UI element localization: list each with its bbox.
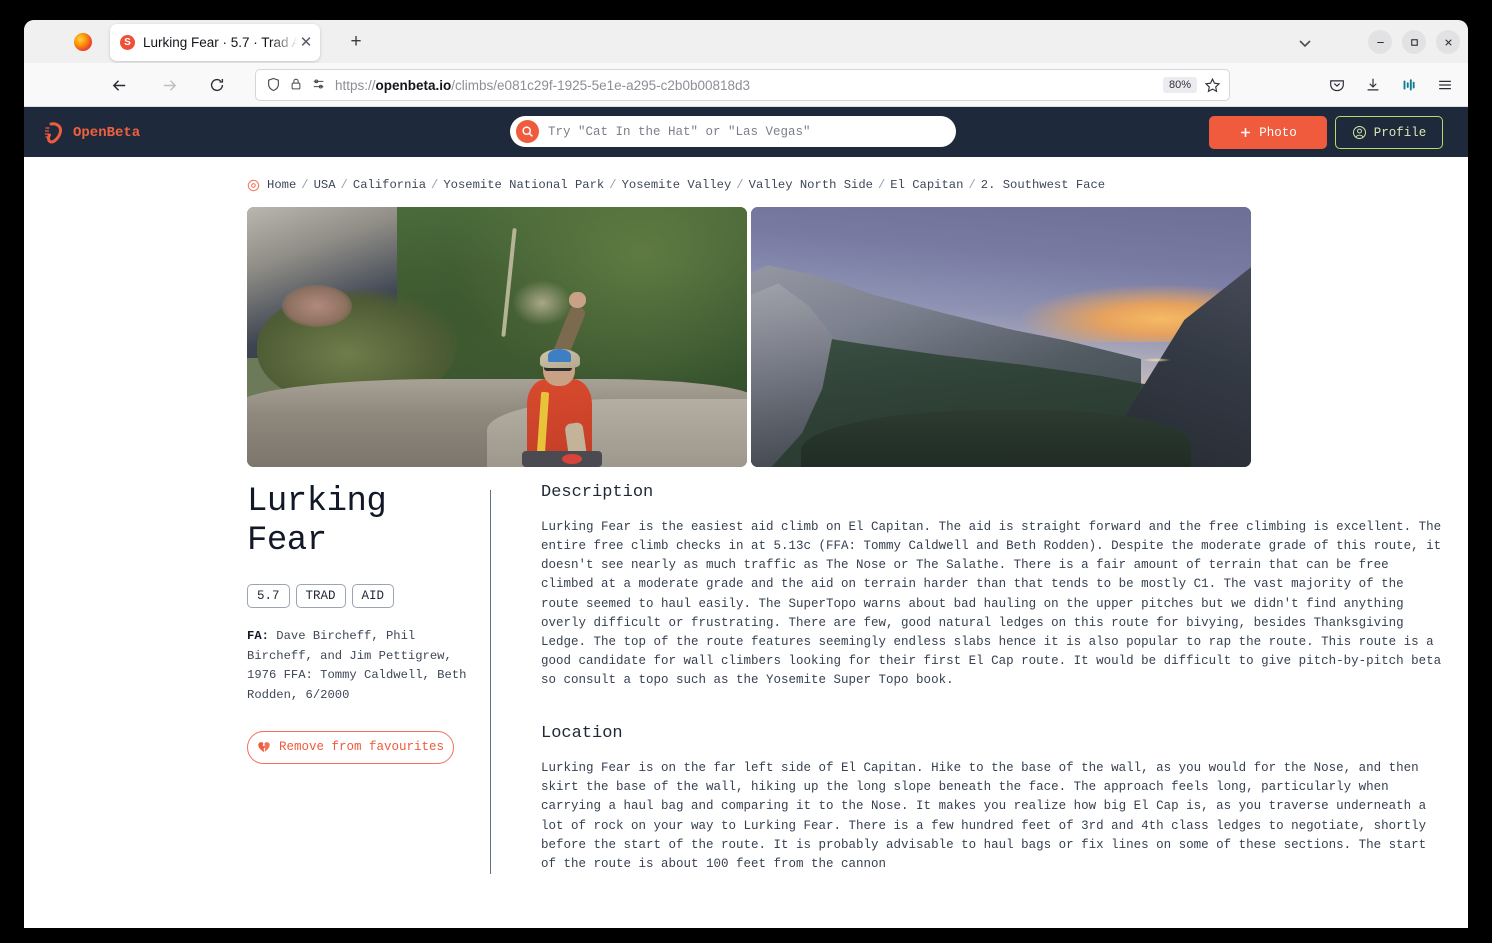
search-icon [516,120,539,143]
user-circle-icon [1352,126,1366,139]
window-minimize-button[interactable] [1368,30,1392,54]
back-button-icon[interactable] [108,74,130,96]
plus-icon [1241,128,1251,137]
tab-close-icon[interactable]: ✕ [298,34,314,51]
breadcrumb-item-2-southwest-face[interactable]: 2. Southwest Face [981,178,1105,192]
reload-button-icon[interactable] [206,74,228,96]
carabiner-icon [44,122,63,144]
remove-from-favourites-button[interactable]: Remove from favourites [247,730,454,764]
breadcrumb-separator: / [340,178,348,192]
breadcrumb-item-el-capitan[interactable]: El Capitan [890,178,963,192]
browser-tab[interactable]: Lurking Fear · 5.7 · Trad Aid ✕ [110,24,320,61]
lock-icon[interactable] [289,77,305,93]
tab-list-chevron-down-icon[interactable] [1296,34,1314,52]
url-text[interactable]: https://openbeta.io/climbs/e081c29f-1925… [335,78,1156,93]
breadcrumb-separator: / [877,178,886,192]
route-photo-valley[interactable] [751,207,1251,467]
window-maximize-button[interactable] [1402,30,1426,54]
route-tag-5-7[interactable]: 5.7 [247,583,290,608]
openbeta-logo[interactable]: OpenBeta [42,120,140,146]
new-tab-button[interactable]: + [346,32,366,52]
forward-button-icon[interactable] [158,74,180,96]
browser-window: Lurking Fear · 5.7 · Trad Aid ✕ + [24,20,1468,928]
photo-gallery [48,192,1444,467]
first-ascent-text: FA: Dave Bircheff, Phil Bircheff, and Ji… [247,627,472,706]
add-photo-button[interactable]: Photo [1209,116,1327,149]
breadcrumb-item-home[interactable]: Home [267,178,296,192]
zoom-level-badge[interactable]: 80% [1162,77,1197,93]
navigation-toolbar: https://openbeta.io/climbs/e081c29f-1925… [24,63,1468,107]
description-body: Lurking Fear is the easiest aid climb on… [541,520,1442,687]
page-content: Home / USA / California / Yosemite National Pa… [24,157,1468,874]
broken-heart-icon [258,742,270,753]
route-details-column: Description Lurking Fear is the easiest … [491,483,1444,874]
breadcrumb-separator: / [736,178,744,192]
breadcrumb: Home / USA / California / Yosemite National Pa… [48,157,1444,192]
route-photo-climber[interactable] [247,207,747,467]
location-body: Lurking Fear is on the far left side of … [541,761,1427,871]
tab-title: Lurking Fear · 5.7 · Trad Aid [143,35,298,50]
description-heading: Description [541,483,654,502]
breadcrumb-separator: / [301,178,309,192]
photo2-distant-lights [1141,357,1171,362]
site-header: OpenBeta Try "Cat In the Hat" or "Las Ve… [24,107,1468,157]
remove-from-favourites-label: Remove from favourites [278,740,445,755]
viewport-bottom-edge [24,922,1468,928]
breadcrumb-separator: / [431,178,439,192]
photo1-climber-hand [569,291,586,309]
tab-favicon-icon [120,35,135,50]
logo-text: OpenBeta [73,125,141,141]
route-tag-aid[interactable]: AID [351,583,395,608]
downloads-icon[interactable] [1362,74,1384,96]
bookmark-star-icon[interactable] [1204,77,1221,94]
search-placeholder: Try "Cat In the Hat" or "Las Vegas" [548,124,811,139]
location-heading: Location [541,724,623,744]
pocket-icon[interactable] [1326,74,1348,96]
route-summary-column: Lurking Fear 5.7 TRAD AID FA: Dave Birchef… [247,483,490,874]
profile-label: Profile [1373,125,1427,140]
page-viewport: OpenBeta Try "Cat In the Hat" or "Las Ve… [24,107,1468,928]
breadcrumb-separator: / [968,178,976,192]
firefox-logo-icon [74,33,92,51]
permissions-icon[interactable] [312,77,328,93]
window-close-button[interactable] [1436,30,1460,54]
tab-strip: Lurking Fear · 5.7 · Trad Aid ✕ + [24,20,1468,63]
breadcrumb-item-yosemite-valley[interactable]: Yosemite Valley [622,178,732,192]
photo1-scree [512,279,572,326]
location-pin-icon [247,179,260,191]
search-input[interactable]: Try "Cat In the Hat" or "Las Vegas" [510,116,956,147]
breadcrumb-item-yosemite-national-park[interactable]: Yosemite National Park [443,178,604,192]
location-block: Location Lurking Fear is on the far left… [541,724,1444,874]
shield-icon[interactable] [266,77,282,93]
add-photo-label: Photo [1259,125,1297,140]
fa-label: FA: [247,628,269,643]
fa-value: Dave Bircheff, Phil Bircheff, and Jim Pe… [247,628,467,703]
photo1-bush-red [282,285,352,327]
photo1-blue-helmet [548,348,571,362]
page-title: Lurking Fear [247,483,387,561]
extension-icon[interactable] [1398,74,1420,96]
route-tag-trad[interactable]: TRAD [295,583,346,608]
url-bar[interactable]: https://openbeta.io/climbs/e081c29f-1925… [255,69,1230,101]
breadcrumb-separator: / [609,178,617,192]
profile-button[interactable]: Profile [1335,116,1443,149]
route-main: Lurking Fear 5.7 TRAD AID FA: Dave Birchef… [48,467,1444,874]
app-menu-icon[interactable] [1434,74,1456,96]
breadcrumb-item-california[interactable]: California [353,178,426,192]
breadcrumb-item-usa[interactable]: USA [314,178,336,192]
route-tags: 5.7 TRAD AID [247,583,472,608]
breadcrumb-item-valley-north-side[interactable]: Valley North Side [749,178,873,192]
description-block: Description Lurking Fear is the easiest … [541,483,1444,690]
